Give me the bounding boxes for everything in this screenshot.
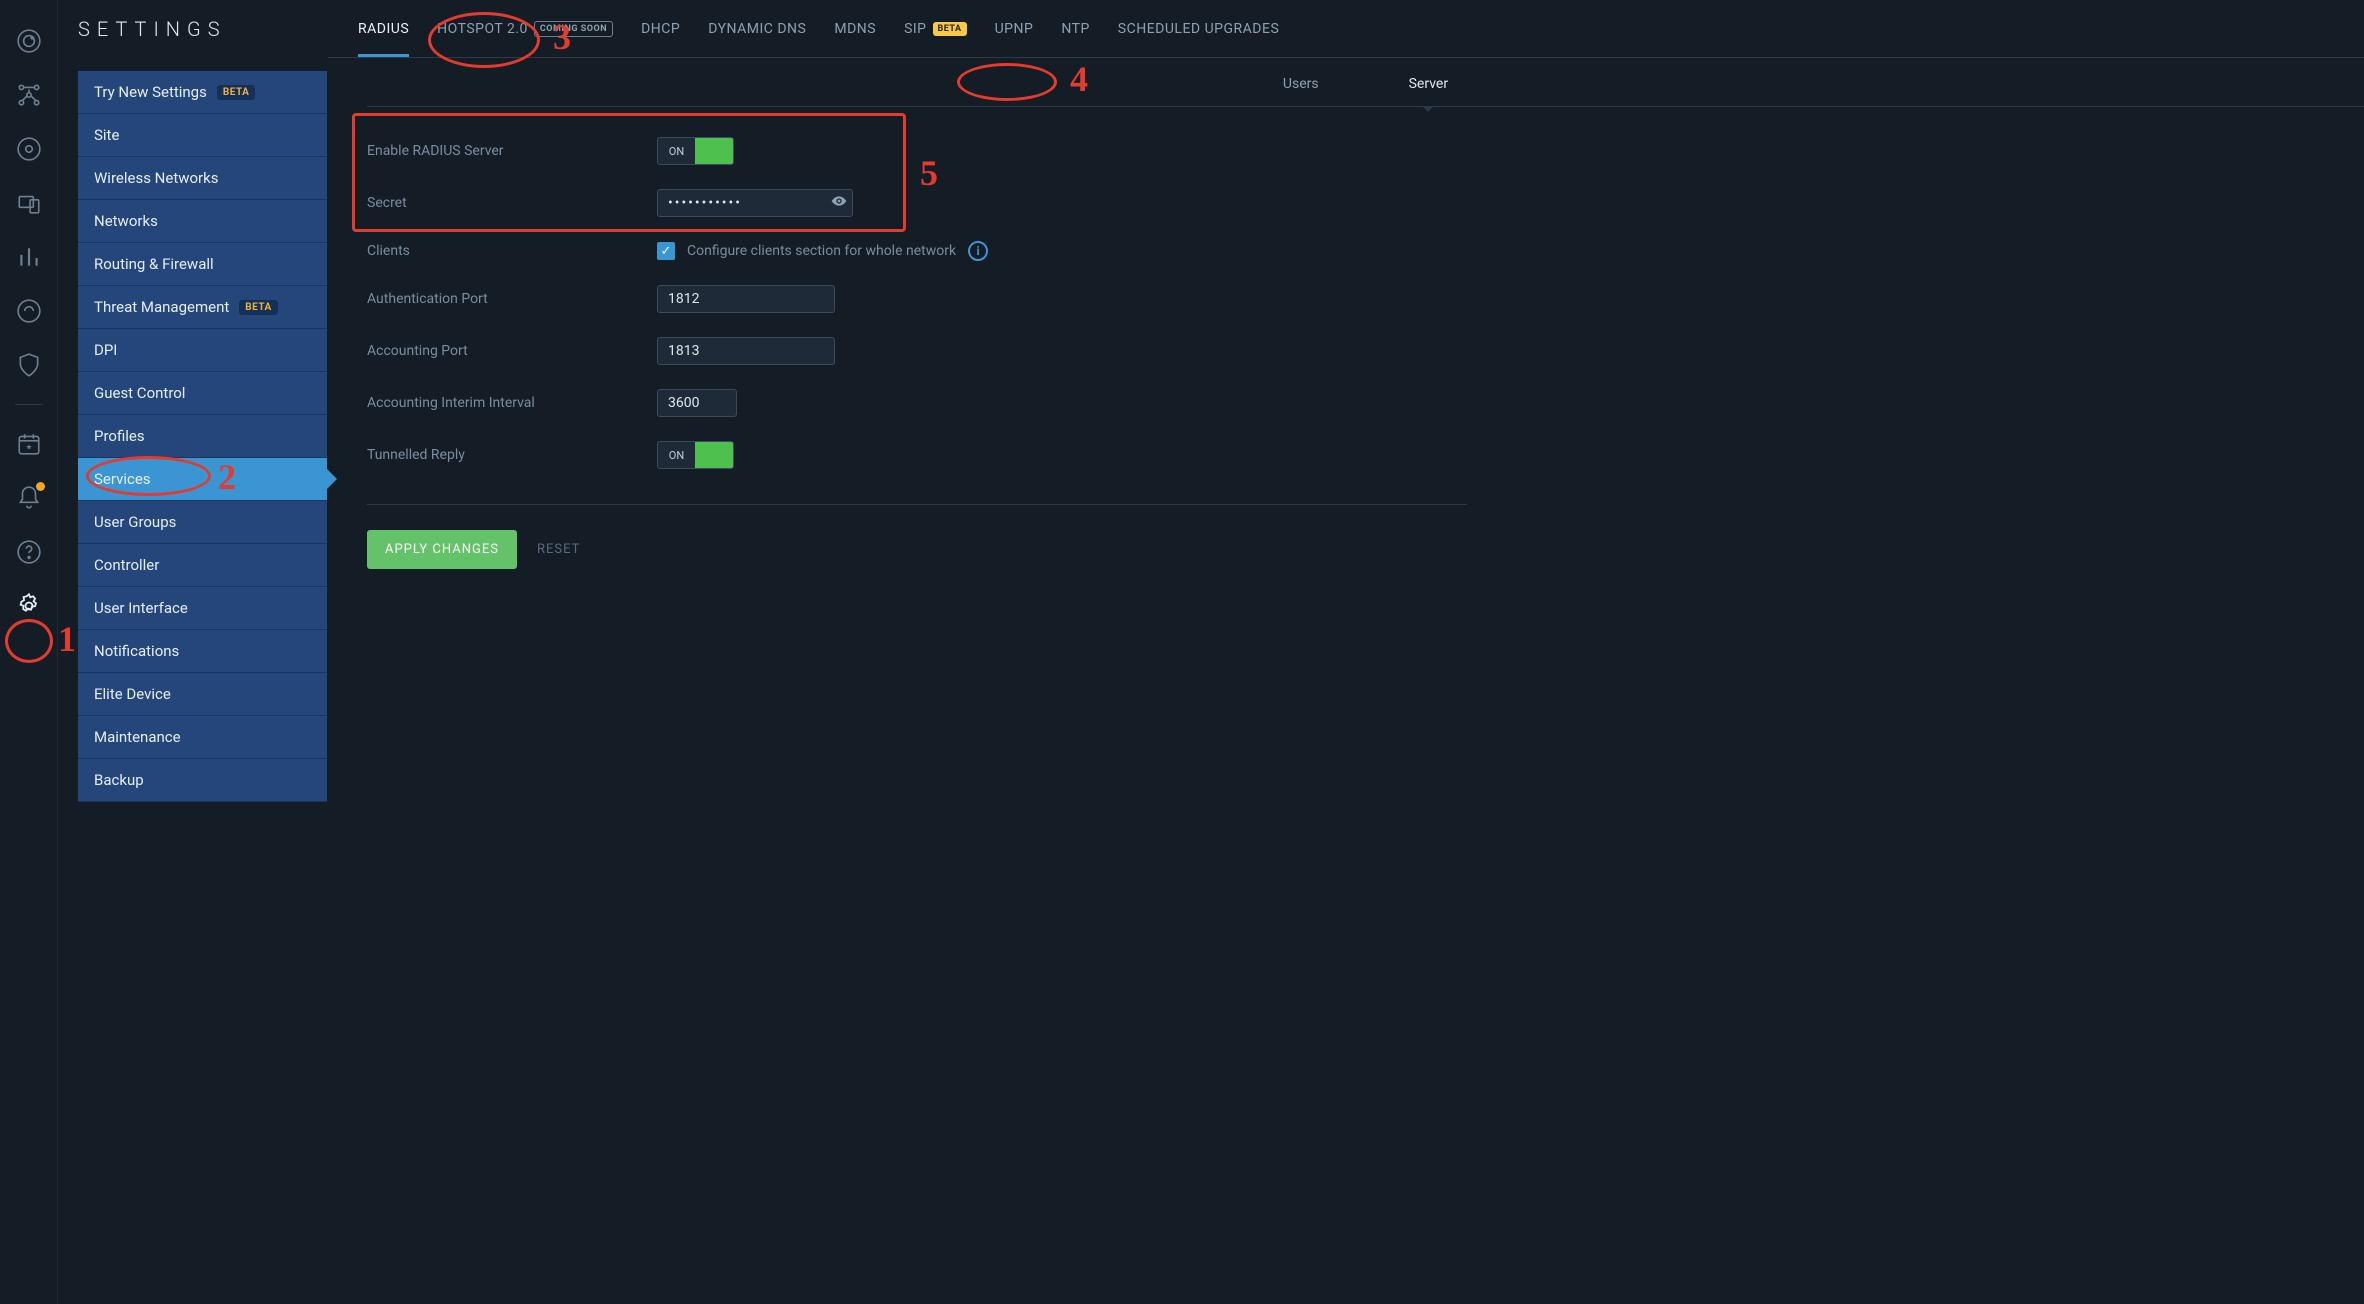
- events-icon[interactable]: ★: [15, 430, 43, 458]
- enable-radius-toggle[interactable]: ON: [657, 137, 734, 165]
- secret-input[interactable]: [657, 189, 853, 217]
- badge-coming-soon: COMING SOON: [534, 21, 613, 37]
- sidebar-item-threat[interactable]: Threat Management BETA: [78, 286, 327, 329]
- sidebar-item-site[interactable]: Site: [78, 114, 327, 157]
- tab-dhcp[interactable]: DHCP: [641, 1, 680, 57]
- tab-dhcp-label: DHCP: [641, 21, 680, 37]
- tab-sip-label: SIP: [904, 21, 926, 37]
- stats-icon[interactable]: [15, 243, 43, 271]
- sidebar-item-services[interactable]: Services: [78, 458, 327, 501]
- insight-icon[interactable]: [15, 297, 43, 325]
- clients-label: Clients: [367, 243, 657, 259]
- sidebar-item-label: Try New Settings: [94, 83, 207, 101]
- svg-text:★: ★: [25, 442, 32, 451]
- auth-port-label: Authentication Port: [367, 291, 657, 307]
- sidebar-item-backup[interactable]: Backup: [78, 759, 327, 802]
- clients-desc: Configure clients section for whole netw…: [687, 243, 956, 259]
- tab-mdns[interactable]: MDNS: [834, 1, 876, 57]
- secret-label: Secret: [367, 195, 657, 211]
- toggle-knob: [695, 138, 733, 164]
- clients-checkbox[interactable]: ✓: [657, 242, 675, 260]
- auth-port-input[interactable]: [657, 285, 835, 313]
- sidebar-item-user-groups[interactable]: User Groups: [78, 501, 327, 544]
- tab-dyndns[interactable]: DYNAMIC DNS: [708, 1, 806, 57]
- sidebar-item-label: User Interface: [94, 599, 188, 617]
- apply-button[interactable]: APPLY CHANGES: [367, 530, 517, 569]
- sidebar-item-label: User Groups: [94, 513, 176, 531]
- sidebar-item-elite[interactable]: Elite Device: [78, 673, 327, 716]
- acct-port-label: Accounting Port: [367, 343, 657, 359]
- tunnelled-toggle[interactable]: ON: [657, 441, 734, 469]
- sidebar-item-label: Profiles: [94, 427, 145, 445]
- dashboard-icon[interactable]: [15, 27, 43, 55]
- devices-icon[interactable]: [15, 189, 43, 217]
- sidebar-item-profiles[interactable]: Profiles: [78, 415, 327, 458]
- divider: [367, 504, 1467, 505]
- sidebar-item-label: Guest Control: [94, 384, 185, 402]
- toggle-knob: [695, 442, 733, 468]
- info-icon[interactable]: i: [968, 241, 988, 261]
- sidebar-item-label: Wireless Networks: [94, 169, 218, 187]
- shield-icon[interactable]: [15, 351, 43, 379]
- sidebar-item-label: Threat Management: [94, 298, 229, 316]
- help-icon[interactable]: [15, 538, 43, 566]
- badge-beta: BETA: [217, 85, 256, 100]
- sidebar-item-ui[interactable]: User Interface: [78, 587, 327, 630]
- subtab-server[interactable]: Server: [1409, 76, 1448, 106]
- tab-hotspot-label: HOTSPOT 2.0: [437, 21, 528, 37]
- subtab-label: Users: [1283, 76, 1319, 92]
- sidebar-item-dpi[interactable]: DPI: [78, 329, 327, 372]
- settings-icon[interactable]: [15, 592, 43, 620]
- sidebar-item-label: Maintenance: [94, 728, 181, 746]
- tab-upnp-label: UPNP: [995, 21, 1034, 37]
- enable-radius-label: Enable RADIUS Server: [367, 143, 657, 159]
- sidebar-item-guest[interactable]: Guest Control: [78, 372, 327, 415]
- tab-mdns-label: MDNS: [834, 21, 876, 37]
- tab-scheduled[interactable]: SCHEDULED UPGRADES: [1118, 1, 1279, 57]
- sidebar-item-notifications[interactable]: Notifications: [78, 630, 327, 673]
- tab-dyndns-label: DYNAMIC DNS: [708, 21, 806, 37]
- tab-scheduled-label: SCHEDULED UPGRADES: [1118, 21, 1279, 37]
- sidebar-item-label: Elite Device: [94, 685, 171, 703]
- sidebar-item-label: Notifications: [94, 642, 179, 660]
- interval-label: Accounting Interim Interval: [367, 395, 657, 411]
- map-icon[interactable]: [15, 135, 43, 163]
- sidebar-item-label: Networks: [94, 212, 158, 230]
- sidebar-item-label: Backup: [94, 771, 144, 789]
- toggle-state: ON: [658, 449, 695, 462]
- tab-hotspot[interactable]: HOTSPOT 2.0 COMING SOON: [437, 1, 613, 57]
- reset-button[interactable]: RESET: [537, 542, 580, 557]
- tab-radius[interactable]: RADIUS: [358, 1, 409, 57]
- subtab-label: Server: [1409, 76, 1448, 92]
- sidebar-item-wireless[interactable]: Wireless Networks: [78, 157, 327, 200]
- badge-beta: BETA: [239, 300, 278, 315]
- tab-ntp-label: NTP: [1061, 21, 1089, 37]
- sidebar-item-label: Services: [94, 470, 151, 488]
- page-title: SETTINGS: [78, 17, 227, 41]
- alerts-icon[interactable]: [15, 484, 43, 512]
- sidebar-item-routing[interactable]: Routing & Firewall: [78, 243, 327, 286]
- sidebar-item-label: Routing & Firewall: [94, 255, 214, 273]
- toggle-state: ON: [658, 145, 695, 158]
- tab-radius-label: RADIUS: [358, 21, 409, 37]
- sidebar-item-maintenance[interactable]: Maintenance: [78, 716, 327, 759]
- tunnelled-label: Tunnelled Reply: [367, 447, 657, 463]
- sidebar-item-try-new[interactable]: Try New Settings BETA: [78, 71, 327, 114]
- sidebar-item-label: Controller: [94, 556, 159, 574]
- tab-upnp[interactable]: UPNP: [995, 1, 1034, 57]
- interval-input[interactable]: [657, 389, 737, 417]
- acct-port-input[interactable]: [657, 337, 835, 365]
- sidebar-item-networks[interactable]: Networks: [78, 200, 327, 243]
- topology-icon[interactable]: [15, 81, 43, 109]
- tab-sip[interactable]: SIP BETA: [904, 1, 967, 57]
- tab-ntp[interactable]: NTP: [1061, 1, 1089, 57]
- badge-beta: BETA: [933, 22, 967, 36]
- alert-badge: [36, 482, 45, 491]
- subtab-users[interactable]: Users: [1283, 76, 1319, 106]
- sidebar-item-label: DPI: [94, 341, 117, 359]
- sidebar-item-controller[interactable]: Controller: [78, 544, 327, 587]
- sidebar-item-label: Site: [94, 126, 119, 144]
- eye-icon[interactable]: [831, 193, 847, 213]
